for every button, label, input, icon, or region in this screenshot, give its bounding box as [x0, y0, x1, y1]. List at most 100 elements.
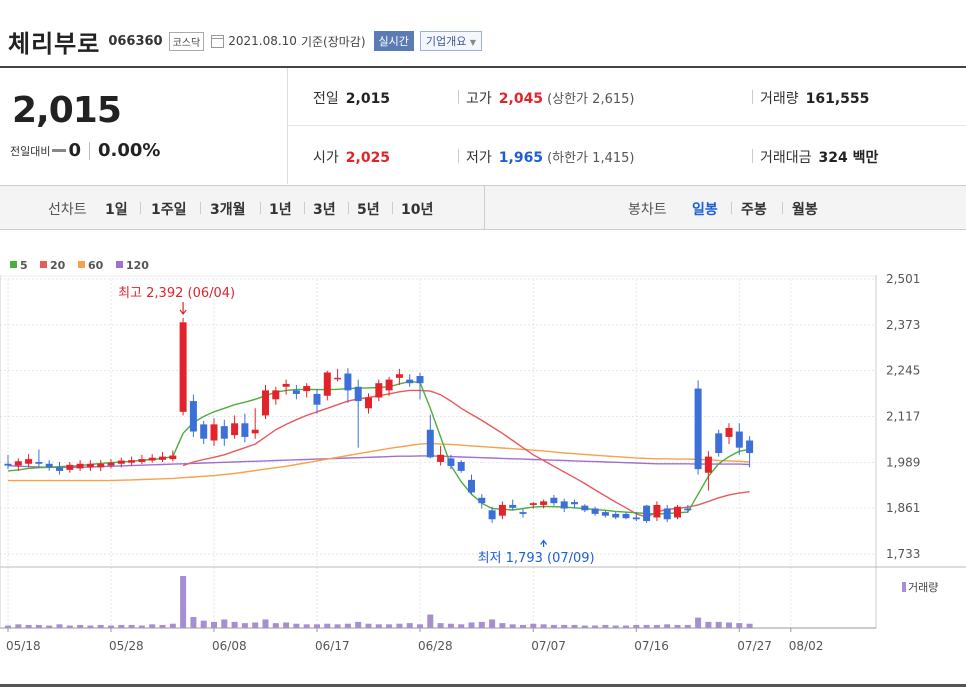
- legend-swatch: [116, 261, 123, 268]
- volume-bar: [56, 624, 63, 628]
- volume-bar: [35, 624, 42, 628]
- candle-body: [395, 374, 403, 378]
- volume-bar: [128, 624, 135, 628]
- candle-body: [241, 423, 249, 437]
- volume-bar: [478, 621, 485, 628]
- volume-bar: [314, 624, 320, 628]
- candle-body: [220, 426, 228, 439]
- candle-body: [416, 376, 424, 384]
- x-tick-label: 06/17: [315, 639, 350, 653]
- volume-bar: [468, 622, 475, 628]
- volume-bar: [77, 624, 84, 628]
- volume-bar: [633, 624, 640, 628]
- candle-body: [674, 506, 681, 518]
- candle-body: [334, 377, 342, 380]
- ma5-line: [7, 380, 750, 515]
- volume-bar: [334, 624, 341, 628]
- volume-bar: [623, 625, 629, 628]
- candle-body: [560, 501, 568, 509]
- volume-bar: [581, 625, 588, 628]
- candle-body: [231, 423, 239, 436]
- candle-body: [715, 433, 723, 454]
- volume-bar: [530, 623, 537, 628]
- volume-bar: [592, 625, 599, 628]
- candle-body: [344, 373, 352, 391]
- candle-body: [643, 505, 651, 522]
- candle-body: [97, 463, 105, 468]
- volume-bar: [417, 624, 423, 628]
- y-tick-label: 1,733: [886, 547, 920, 561]
- volume-bar: [149, 624, 156, 628]
- candle-body: [468, 479, 475, 493]
- candle-body: [509, 504, 517, 508]
- volume-bar: [499, 623, 506, 628]
- candle-body: [746, 440, 754, 454]
- volume-bar: [66, 625, 73, 628]
- volume-bar: [25, 624, 32, 628]
- legend-label: 20: [50, 259, 66, 272]
- legend-swatch: [40, 261, 47, 268]
- volume-bar: [46, 625, 53, 628]
- y-tick-label: 2,245: [886, 364, 920, 378]
- candle-body: [292, 390, 300, 394]
- volume-bar: [375, 624, 382, 628]
- candle-body: [128, 460, 136, 463]
- volume-bar: [365, 623, 372, 628]
- volume-bar: [190, 616, 197, 628]
- candle-body: [76, 463, 84, 469]
- candle-body: [447, 458, 455, 466]
- candle-body: [25, 459, 33, 464]
- volume-bar: [746, 623, 753, 628]
- candle-body: [159, 456, 166, 460]
- candle-body: [56, 467, 63, 471]
- candle-body: [498, 504, 506, 516]
- volume-bar: [211, 621, 217, 628]
- volume-bar: [664, 624, 671, 628]
- volume-bar: [355, 621, 362, 628]
- candle-body: [354, 386, 362, 402]
- candle-body: [138, 459, 146, 462]
- volume-bar: [324, 623, 331, 628]
- candle-body: [365, 397, 372, 409]
- candle-body: [540, 501, 548, 505]
- volume-bar: [520, 624, 526, 628]
- volume-legend-label: 거래량: [908, 581, 938, 594]
- candle-body: [323, 372, 331, 396]
- volume-bar: [447, 623, 454, 628]
- volume-bar: [406, 623, 413, 628]
- legend-label: 5: [20, 259, 28, 272]
- candle-body: [189, 401, 197, 432]
- legend-swatch: [10, 261, 17, 268]
- volume-bar: [283, 622, 290, 628]
- volume-bar: [726, 622, 732, 628]
- candle-body: [632, 517, 640, 520]
- candle-body: [529, 503, 537, 505]
- candle-body: [169, 455, 177, 460]
- volume-bar: [705, 621, 712, 628]
- candle-body: [282, 383, 290, 387]
- candle-body: [107, 462, 115, 466]
- candle-body: [148, 457, 156, 461]
- min-arrow-icon: [540, 539, 548, 547]
- candle-body: [272, 390, 280, 400]
- volume-bar: [15, 624, 22, 628]
- candle-body: [622, 513, 630, 519]
- candle-body: [385, 379, 393, 391]
- candle-body: [375, 383, 383, 398]
- volume-bar: [386, 624, 393, 628]
- volume-bar: [437, 623, 444, 628]
- x-tick-label: 08/02: [789, 639, 824, 653]
- candle-body: [303, 386, 311, 392]
- volume-bar: [612, 625, 619, 628]
- candle-body: [45, 463, 53, 468]
- candle-body: [200, 424, 208, 439]
- volume-bar: [272, 623, 279, 628]
- volume-bar: [684, 624, 691, 628]
- x-tick-label: 07/27: [737, 639, 772, 653]
- candle-body: [35, 461, 43, 464]
- legend-label: 60: [88, 259, 104, 272]
- candle-body: [694, 388, 702, 470]
- max-arrow-icon: [179, 302, 187, 316]
- candle-body: [591, 508, 599, 514]
- y-tick-label: 1,861: [886, 501, 920, 515]
